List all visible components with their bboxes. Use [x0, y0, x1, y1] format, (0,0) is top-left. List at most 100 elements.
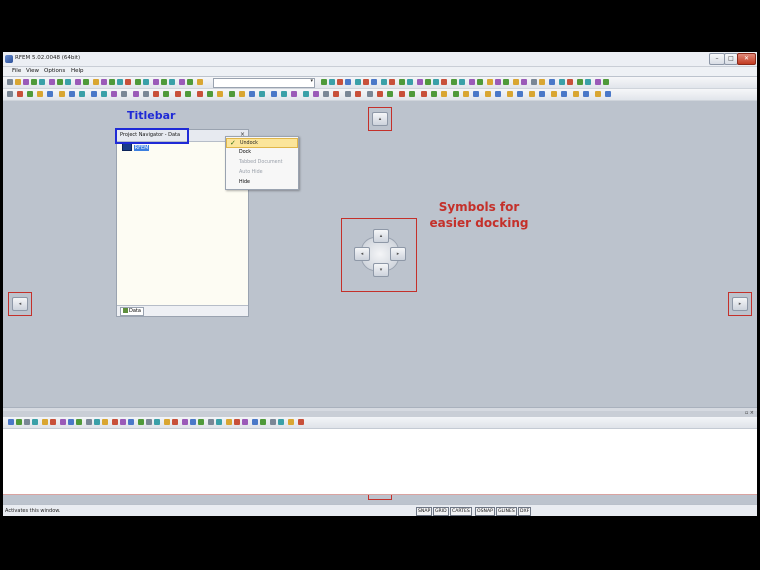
toolbar-tool-icon[interactable] [197, 79, 203, 85]
toolbar-tool-icon[interactable] [451, 79, 457, 85]
toolbar-tool-icon[interactable] [153, 91, 159, 97]
toolbar-tool-icon[interactable] [503, 79, 509, 85]
toolbar-tool-icon[interactable] [143, 91, 149, 97]
toggle-glines[interactable]: GLINES [496, 507, 517, 516]
toolbar-tool-icon[interactable] [421, 91, 427, 97]
dock-left-button[interactable]: ◂ [12, 297, 28, 311]
toolbar-tool-icon[interactable] [441, 91, 447, 97]
toggle-dxf[interactable]: DXF [518, 507, 532, 516]
toolbar-tool-icon[interactable] [583, 91, 589, 97]
toolbar-tool-icon[interactable] [355, 91, 361, 97]
table-tool-icon[interactable] [242, 419, 248, 425]
toolbar-tool-icon[interactable] [329, 79, 335, 85]
table-tool-icon[interactable] [182, 419, 188, 425]
toolbar-tool-icon[interactable] [187, 79, 193, 85]
dock-cross-left-button[interactable]: ◂ [354, 247, 370, 261]
table-tool-icon[interactable] [208, 419, 214, 425]
toolbar-tool-icon[interactable] [323, 91, 329, 97]
table-tool-icon[interactable] [190, 419, 196, 425]
toolbar-tool-icon[interactable] [513, 79, 519, 85]
toolbar-tool-icon[interactable] [121, 91, 127, 97]
toolbar-tool-icon[interactable] [337, 79, 343, 85]
toolbar-tool-icon[interactable] [109, 79, 115, 85]
toolbar-tool-icon[interactable] [57, 79, 63, 85]
toolbar-tool-icon[interactable] [303, 91, 309, 97]
toolbar-tool-icon[interactable] [313, 91, 319, 97]
toolbar-tool-icon[interactable] [23, 79, 29, 85]
toolbar-tool-icon[interactable] [39, 79, 45, 85]
toolbar-tool-icon[interactable] [595, 91, 601, 97]
table-tool-icon[interactable] [60, 419, 66, 425]
toolbar-tool-icon[interactable] [217, 91, 223, 97]
toolbar-tool-icon[interactable] [507, 91, 513, 97]
toolbar-tool-icon[interactable] [551, 91, 557, 97]
toolbar-tool-icon[interactable] [539, 91, 545, 97]
toolbar-tool-icon[interactable] [567, 79, 573, 85]
toggle-snap[interactable]: SNAP [416, 507, 433, 516]
table-tool-icon[interactable] [94, 419, 100, 425]
table-tool-icon[interactable] [86, 419, 92, 425]
menu-view[interactable]: View [26, 68, 39, 74]
toolbar-tool-icon[interactable] [399, 79, 405, 85]
toolbar-tool-icon[interactable] [117, 79, 123, 85]
table-tool-icon[interactable] [216, 419, 222, 425]
close-button[interactable]: ✕ [737, 53, 756, 65]
menu-item-hide[interactable]: Hide [226, 178, 298, 188]
toggle-grid[interactable]: GRID [433, 507, 449, 516]
toolbar-tool-icon[interactable] [161, 79, 167, 85]
toolbar-tool-icon[interactable] [69, 91, 75, 97]
toolbar-tool-icon[interactable] [477, 79, 483, 85]
toolbar-tool-icon[interactable] [487, 79, 493, 85]
toolbar-tool-icon[interactable] [31, 79, 37, 85]
toggle-osnap[interactable]: OSNAP [475, 507, 495, 516]
toolbar-tool-icon[interactable] [75, 79, 81, 85]
toolbar-tool-icon[interactable] [175, 91, 181, 97]
table-tool-icon[interactable] [16, 419, 22, 425]
toolbar-tool-icon[interactable] [387, 91, 393, 97]
dock-cross-top-button[interactable]: ▴ [373, 229, 389, 243]
dock-right-button[interactable]: ▸ [732, 297, 748, 311]
toolbar-tool-icon[interactable] [249, 91, 255, 97]
toolbar-tool-icon[interactable] [17, 91, 23, 97]
toolbar-tool-icon[interactable] [333, 91, 339, 97]
maximize-button[interactable]: □ [724, 53, 738, 65]
toolbar-tool-icon[interactable] [7, 79, 13, 85]
table-tool-icon[interactable] [120, 419, 126, 425]
toolbar-tool-icon[interactable] [549, 79, 555, 85]
toolbar-tool-icon[interactable] [585, 79, 591, 85]
toolbar-tool-icon[interactable] [153, 79, 159, 85]
toolbar-tool-icon[interactable] [7, 91, 13, 97]
toolbar-tool-icon[interactable] [409, 91, 415, 97]
toolbar-tool-icon[interactable] [367, 91, 373, 97]
table-tool-icon[interactable] [102, 419, 108, 425]
toolbar-tool-icon[interactable] [495, 79, 501, 85]
menu-item-undock[interactable]: ✓ Undock [226, 138, 298, 148]
toolbar-tool-icon[interactable] [93, 79, 99, 85]
menu-options[interactable]: Options [44, 68, 65, 74]
toolbar-combo[interactable]: ▾ [213, 78, 315, 88]
toolbar-tool-icon[interactable] [239, 91, 245, 97]
table-tool-icon[interactable] [226, 419, 232, 425]
tree-root-item[interactable]: RFEM [133, 144, 150, 151]
toolbar-tool-icon[interactable] [345, 91, 351, 97]
table-tool-icon[interactable] [172, 419, 178, 425]
table-tool-icon[interactable] [42, 419, 48, 425]
table-tool-icon[interactable] [270, 419, 276, 425]
toolbar-tool-icon[interactable] [377, 91, 383, 97]
table-tool-icon[interactable] [68, 419, 74, 425]
toolbar-tool-icon[interactable] [163, 91, 169, 97]
toolbar-tool-icon[interactable] [517, 91, 523, 97]
toolbar-tool-icon[interactable] [101, 79, 107, 85]
toolbar-tool-icon[interactable] [207, 91, 213, 97]
toolbar-tool-icon[interactable] [101, 91, 107, 97]
minimize-button[interactable]: – [709, 53, 725, 65]
toolbar-tool-icon[interactable] [37, 91, 43, 97]
toolbar-tool-icon[interactable] [281, 91, 287, 97]
table-tool-icon[interactable] [76, 419, 82, 425]
toolbar-tool-icon[interactable] [321, 79, 327, 85]
toolbar-tool-icon[interactable] [529, 91, 535, 97]
table-tool-icon[interactable] [8, 419, 14, 425]
toolbar-tool-icon[interactable] [27, 91, 33, 97]
table-tool-icon[interactable] [288, 419, 294, 425]
toolbar-tool-icon[interactable] [143, 79, 149, 85]
